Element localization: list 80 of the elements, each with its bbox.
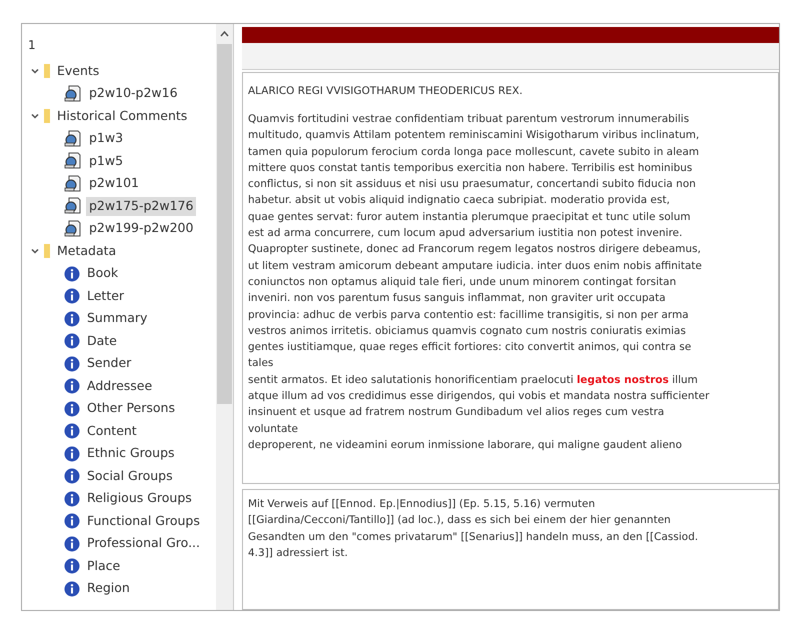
text-line: provincia: adhuc de verbis parva contentio est: facillime transigitis, si non per arma: [248, 308, 690, 323]
tree-item[interactable]: p2w199-p2w200: [86, 219, 196, 238]
document-title: ALARICO REGI VVISIGOTHARUM THEODERICUS REX.: [248, 84, 524, 99]
info-icon: [64, 490, 80, 507]
tree-item[interactable]: p1w5: [86, 152, 126, 171]
folder-icon: [44, 244, 50, 258]
document-icon: [64, 130, 82, 148]
text-line: gentes iustitiamque, quae reges efficit fortiores: cito convertit animos, qui contra se: [248, 340, 692, 356]
info-icon: [64, 446, 80, 462]
info-icon: [64, 378, 80, 394]
document-icon: [64, 84, 82, 103]
text-line: habetur. absit ut vobis aliquid indignatio caeca subripiat. moderatio provida est,: [248, 193, 671, 208]
tree-item[interactable]: Book: [84, 264, 122, 284]
document-icon: [64, 152, 82, 170]
text-line: voluntate: [248, 422, 299, 437]
document-icon: [64, 220, 82, 238]
text-line: inveniri. non vos parentum fusus sanguis inflammat, non graviter urit occupata: [248, 291, 667, 306]
text-line: atque illum ad vos credidimus esse dirigendos, qui vobis et mandata nostra sufficienter: [248, 389, 710, 404]
info-icon: [64, 536, 80, 552]
chevron-icon[interactable]: [30, 66, 40, 76]
tree-item[interactable]: p2w10-p2w16: [86, 84, 181, 104]
tree-item[interactable]: Ethnic Groups: [84, 444, 178, 464]
tree-item[interactable]: Letter: [84, 286, 128, 306]
tree-item[interactable]: Historical Comments: [54, 106, 190, 126]
info-icon: [64, 288, 80, 304]
tree-item[interactable]: p2w101: [86, 174, 142, 194]
comment-line: 4.3]] adressiert ist.: [248, 546, 349, 561]
tree-item[interactable]: Other Persons: [84, 399, 178, 418]
text-line: conflictus, si non sit assiduus et nisi usu praesumatur, concertandi subito fiducia non: [248, 177, 697, 192]
chevron-icon[interactable]: [30, 246, 40, 256]
text-line: Quapropter sustinete, donec ad Francorum regem legatos nostros dirigere debeamus,: [248, 242, 702, 258]
scroll-thumb[interactable]: [217, 44, 232, 404]
tree-item[interactable]: Sender: [84, 354, 134, 374]
text-line: est ad arma concurrere, cum locum apud adversarium iustitia non potest invenire.: [248, 226, 684, 242]
document-icon: [64, 174, 82, 193]
info-icon: [64, 400, 80, 417]
tree-item[interactable]: p1w3: [86, 129, 126, 148]
tree-item[interactable]: Functional Groups: [84, 512, 203, 531]
scrollbar[interactable]: [216, 24, 233, 610]
text-line: quae gentes servat: furor autem instantia plerumque praecipitat et tunc utile solum: [248, 210, 692, 225]
text-line: insinuent et usque ad fratrem nostrum Gundibadum vel alios reges cum vestra: [248, 405, 666, 420]
text-line: multitudo, quamvis Attilam potentem reminiscamini Wisigotharum viribus inclinatum,: [248, 128, 700, 144]
text-line: Quamvis fortitudini vestrae confidentiam tribuat parentum vestrorum innumerabilis: [248, 112, 690, 127]
info-icon: [64, 580, 80, 597]
chevron-icon[interactable]: [30, 111, 40, 122]
tree-item[interactable]: Social Groups: [84, 466, 176, 486]
tree-item[interactable]: Content: [84, 422, 140, 441]
tree-item[interactable]: p2w175-p2w176: [86, 196, 196, 216]
text-line: mittere quos constat tantis temporibus exercitia non habere. Terribilis est hominibus: [248, 160, 694, 176]
info-icon: [64, 468, 80, 484]
comment-line: Mit Verweis auf [[Ennod. Ep.|Ennodius]] (Ep. 5.15, 5.16) vermuten: [248, 497, 596, 512]
info-icon: [64, 513, 80, 530]
text-line: vestros animos irritetis. obiciamus quamvis cognato cum nostris coniuratis eximias: [248, 324, 687, 339]
comment-line: Gesandten um den "comes privatarum" [[Senarius]] handeln muss, an den [[Cassiod.: [248, 530, 700, 545]
text-line: coniunctos non optamus aliquid tale fieri, unde unum minorem contingat forsitan: [248, 274, 678, 290]
tree-item[interactable]: Addressee: [84, 376, 156, 396]
info-icon: [64, 558, 80, 574]
text-line: tales: [248, 356, 274, 372]
document-icon: [64, 197, 82, 216]
text-line: ut litem vestram amicorum debeant amputare iudicia. inter duos enim nobis affinitate: [248, 258, 703, 274]
tree-item[interactable]: Events: [54, 62, 102, 81]
tree-item[interactable]: Professional Gro...: [84, 534, 203, 554]
text-line: tamen quia populorum ferocium corda longa pace mollescunt, cavete subito in aleam: [248, 144, 700, 160]
text-line: sentit armatos. Et ideo salutationis honorificentiam praelocuti legatos nostros illum: [248, 372, 699, 388]
tree-header: 1: [28, 37, 37, 54]
tree-item[interactable]: Region: [84, 579, 133, 598]
tree-item[interactable]: Date: [84, 332, 120, 351]
comment-line: [[Giardina/Cecconi/Tantillo]] (ad loc.), dass es sich bei einem der hier genannten: [248, 513, 672, 528]
info-icon: [64, 423, 80, 440]
tree-item[interactable]: Religious Groups: [84, 489, 195, 508]
text-line: deproperent, ne videamini eorum inmissione laborare, qui maligne gaudent alieno: [248, 438, 683, 453]
info-icon: [64, 356, 80, 372]
tree-item[interactable]: Place: [84, 556, 124, 576]
folder-icon: [44, 64, 50, 78]
tree-item[interactable]: Metadata: [54, 242, 120, 261]
tree-item[interactable]: Summary: [84, 309, 150, 328]
info-icon: [64, 266, 80, 282]
info-icon: [64, 310, 80, 327]
info-icon: [64, 333, 80, 350]
folder-icon: [44, 109, 50, 124]
